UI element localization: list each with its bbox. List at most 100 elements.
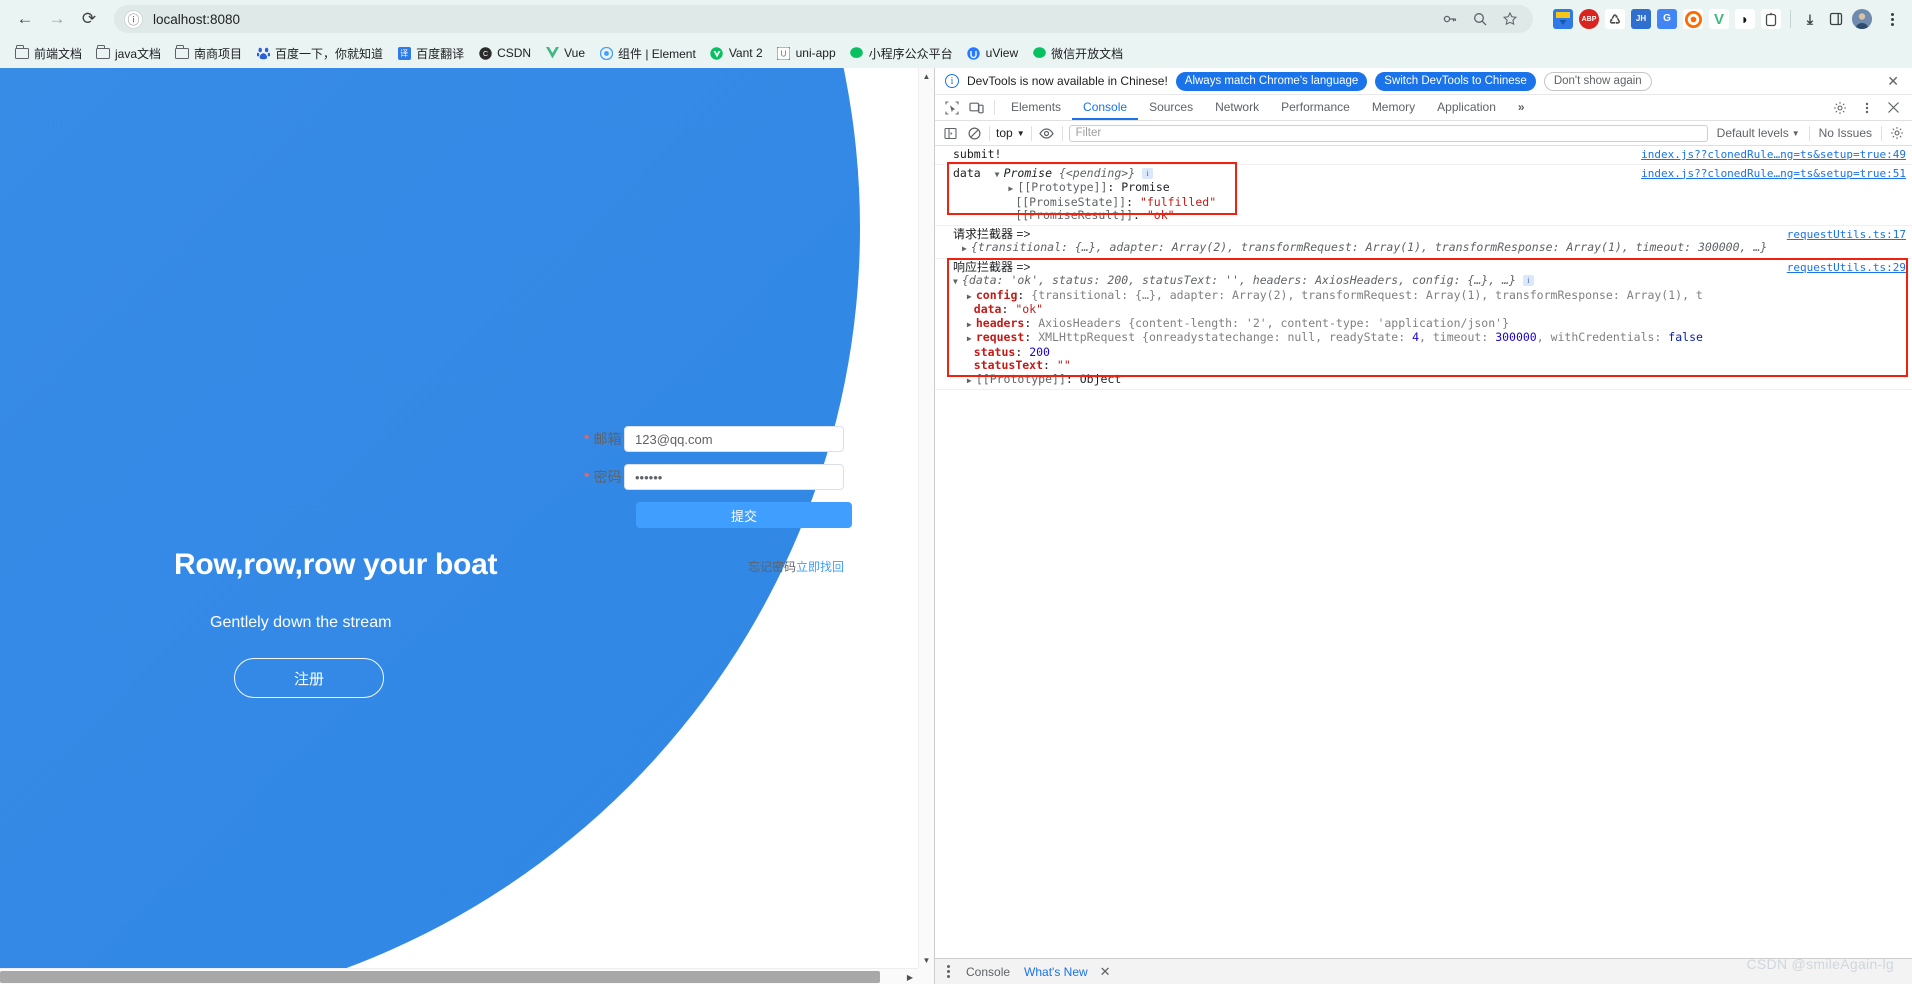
- bookmark-item[interactable]: U uni-app: [770, 43, 843, 63]
- dont-show-again-button[interactable]: Don't show again: [1543, 71, 1652, 91]
- bookmark-item[interactable]: Vue: [538, 43, 592, 63]
- password-input[interactable]: [624, 464, 844, 490]
- expand-triangle-icon[interactable]: ▶: [967, 374, 976, 388]
- side-panel-icon[interactable]: [1826, 9, 1846, 29]
- google-translate-extension[interactable]: G: [1657, 9, 1677, 29]
- info-badge-icon[interactable]: i: [1142, 167, 1154, 179]
- close-devtools-icon[interactable]: [1881, 101, 1906, 114]
- horizontal-scroll-thumb[interactable]: [0, 971, 880, 983]
- execution-context-select[interactable]: top ▼: [996, 126, 1025, 140]
- tab-network[interactable]: Network: [1204, 95, 1270, 120]
- bookmark-item[interactable]: 微信开放文档: [1025, 42, 1130, 65]
- bookmark-item[interactable]: 组件 | Element: [592, 42, 703, 65]
- zoom-search-icon[interactable]: [1471, 10, 1489, 28]
- console-message-data-promise[interactable]: data ▼ Promise {<pending>} i ▶ [[Prototype…: [935, 165, 1912, 226]
- bookmark-item[interactable]: C CSDN: [471, 43, 538, 63]
- tab-application[interactable]: Application: [1426, 95, 1507, 120]
- adblock-plus-extension[interactable]: ABP: [1579, 9, 1599, 29]
- issues-status[interactable]: No Issues: [1816, 126, 1875, 140]
- tampermonkey-extension[interactable]: [1761, 9, 1781, 29]
- console-source-link[interactable]: index.js??clonedRule…ng=ts&setup=true:49: [1641, 148, 1906, 162]
- console-message-request-interceptor[interactable]: 请求拦截器 => ▶ {transitional: {…}, adapter: Ar…: [935, 226, 1912, 259]
- bookmark-item[interactable]: Vant 2: [703, 43, 770, 63]
- submit-button[interactable]: 提交: [636, 502, 852, 528]
- expand-triangle-icon[interactable]: ▼: [953, 275, 962, 289]
- profile-avatar[interactable]: [1852, 9, 1872, 29]
- tab-console[interactable]: Console: [1072, 95, 1139, 120]
- expand-triangle-icon[interactable]: ▶: [962, 242, 971, 256]
- bookmark-item[interactable]: uView: [960, 43, 1025, 63]
- drawer-menu-icon[interactable]: [943, 965, 954, 978]
- recycle-extension[interactable]: ♺: [1605, 9, 1625, 29]
- close-icon[interactable]: ✕: [1884, 73, 1902, 90]
- log-levels-select[interactable]: Default levels ▼: [1714, 126, 1803, 140]
- bookmark-star-icon[interactable]: [1501, 10, 1519, 28]
- expand-triangle-icon[interactable]: ▶: [967, 290, 976, 304]
- vue-devtools-extension[interactable]: V: [1709, 9, 1729, 29]
- inspect-element-icon[interactable]: [939, 95, 964, 120]
- email-input[interactable]: [624, 426, 844, 452]
- scroll-up-arrow[interactable]: ▲: [919, 68, 934, 84]
- bookmark-item[interactable]: 南商项目: [168, 42, 249, 65]
- drawer-close-icon[interactable]: ✕: [1100, 964, 1111, 980]
- console-message-submit[interactable]: submit! index.js??clonedRule…ng=ts&setup…: [935, 146, 1912, 165]
- chrome-menu-icon[interactable]: [1882, 12, 1902, 26]
- forward-button[interactable]: →: [42, 4, 72, 34]
- bookmark-item[interactable]: 百度一下，你就知道: [249, 42, 390, 65]
- tab-elements[interactable]: Elements: [1000, 95, 1072, 120]
- bookmark-label: CSDN: [497, 46, 532, 60]
- devtools-tab-bar: Elements Console Sources Network Perform…: [935, 95, 1912, 121]
- octotree-extension[interactable]: [1683, 9, 1703, 29]
- console-filter-input[interactable]: [1068, 124, 1708, 142]
- back-button[interactable]: ←: [10, 4, 40, 34]
- register-button[interactable]: 注册: [234, 658, 384, 698]
- console-log-label: data: [953, 166, 981, 180]
- expand-triangle-icon[interactable]: ▼: [995, 168, 1004, 182]
- always-match-language-button[interactable]: Always match Chrome's language: [1175, 71, 1368, 91]
- idm-download-extension[interactable]: [1553, 9, 1573, 29]
- drawer-tab-console[interactable]: Console: [964, 965, 1012, 979]
- password-key-icon[interactable]: [1441, 10, 1459, 28]
- gear-icon[interactable]: [1827, 101, 1852, 115]
- expand-triangle-icon[interactable]: ▶: [967, 318, 976, 332]
- console-message-response-interceptor[interactable]: 响应拦截器 => ▼ {data: 'ok', status: 200, stat…: [935, 259, 1912, 390]
- scroll-right-arrow[interactable]: ▶: [902, 969, 918, 984]
- bookmark-item[interactable]: java文档: [89, 42, 168, 65]
- switch-to-chinese-button[interactable]: Switch DevTools to Chinese: [1375, 71, 1536, 91]
- downloads-icon[interactable]: ⤓: [1800, 9, 1820, 29]
- scroll-down-arrow[interactable]: ▼: [919, 952, 934, 968]
- console-source-link[interactable]: requestUtils.ts:29: [1787, 261, 1906, 275]
- bookmark-item[interactable]: 前端文档: [8, 42, 89, 65]
- more-tabs-icon[interactable]: »: [1507, 95, 1536, 120]
- data-value: "ok": [1015, 302, 1044, 316]
- tab-memory[interactable]: Memory: [1361, 95, 1426, 120]
- console-settings-gear-icon[interactable]: [1888, 126, 1906, 140]
- devtools-menu-icon[interactable]: [1854, 101, 1879, 115]
- page-vertical-scrollbar[interactable]: ▲ ▼: [918, 68, 934, 968]
- console-sidebar-icon[interactable]: [941, 127, 959, 140]
- dark-reader-extension[interactable]: ◗: [1735, 9, 1755, 29]
- info-badge-icon[interactable]: i: [1522, 275, 1534, 286]
- address-bar[interactable]: ⓘ localhost:8080: [114, 5, 1533, 33]
- console-source-link[interactable]: index.js??clonedRule…ng=ts&setup=true:51: [1641, 167, 1906, 181]
- console-message-text: 请求拦截器 => ▶ {transitional: {…}, adapter: Ar…: [953, 228, 1912, 256]
- drawer-tab-whats-new[interactable]: What's New: [1022, 965, 1090, 979]
- live-expression-eye-icon[interactable]: [1038, 127, 1056, 140]
- tab-performance[interactable]: Performance: [1270, 95, 1361, 120]
- login-form: *邮箱 *密码 提交 忘记密码立即找回: [584, 426, 852, 575]
- console-output[interactable]: submit! index.js??clonedRule…ng=ts&setup…: [935, 146, 1912, 958]
- forgot-password-link[interactable]: 立即找回: [796, 560, 844, 574]
- tab-sources[interactable]: Sources: [1138, 95, 1204, 120]
- reload-button[interactable]: ⟳: [74, 4, 104, 34]
- bookmark-item[interactable]: 译 百度翻译: [390, 42, 471, 65]
- page-horizontal-scrollbar[interactable]: ▶: [0, 968, 918, 984]
- bookmark-label: uni-app: [795, 46, 836, 60]
- response-interceptor-label: 响应拦截器 =>: [953, 260, 1031, 274]
- console-source-link[interactable]: requestUtils.ts:17: [1787, 228, 1906, 242]
- clear-console-icon[interactable]: [965, 126, 983, 140]
- device-toolbar-icon[interactable]: [964, 95, 989, 120]
- jh-extension[interactable]: JH: [1631, 9, 1651, 29]
- bookmark-item[interactable]: 小程序公众平台: [843, 42, 960, 65]
- site-info-icon[interactable]: ⓘ: [124, 9, 143, 29]
- expand-triangle-icon[interactable]: ▶: [967, 332, 976, 346]
